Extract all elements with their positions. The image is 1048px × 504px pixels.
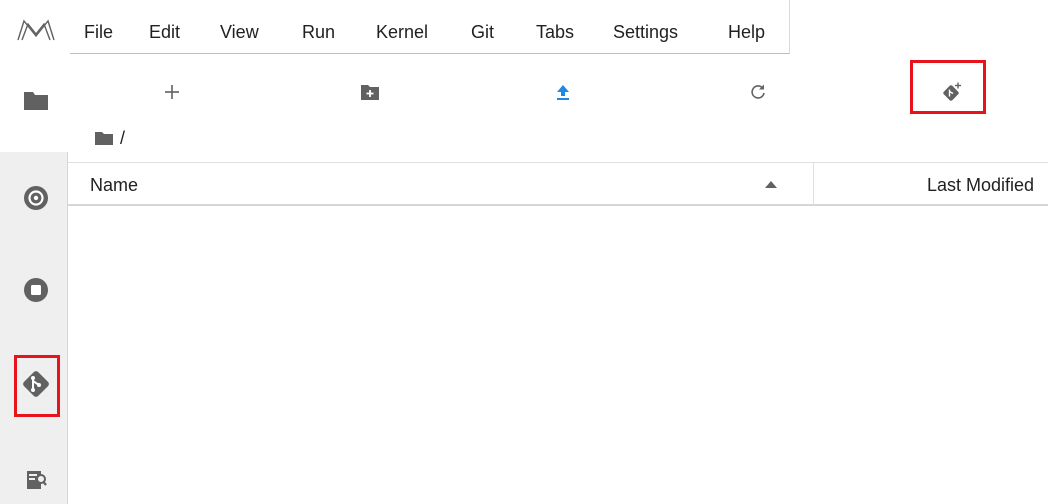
column-divider[interactable] <box>813 163 814 205</box>
refresh-button[interactable] <box>738 78 778 106</box>
new-launcher-button[interactable] <box>152 78 192 106</box>
plus-icon <box>165 85 179 99</box>
menu-view[interactable]: View <box>220 20 259 44</box>
file-browser-panel: / Name Last Modified <box>68 54 1048 504</box>
menu-git[interactable]: Git <box>471 20 494 44</box>
property-inspector-icon <box>27 471 47 489</box>
top-menu-bar: File Edit View Run Kernel Git Tabs Setti… <box>0 0 1048 54</box>
running-icon <box>24 186 48 210</box>
git-clone-highlight <box>910 60 986 114</box>
breadcrumb-root[interactable]: / <box>120 128 125 149</box>
main-menu: File Edit View Run Kernel Git Tabs Setti… <box>70 0 790 54</box>
git-tab-highlight <box>14 355 60 417</box>
file-browser-tab[interactable] <box>18 84 54 116</box>
jupyter-logo-icon <box>16 18 56 42</box>
property-inspector-tab[interactable] <box>18 464 54 496</box>
name-column-header[interactable]: Name <box>90 175 138 196</box>
menu-settings[interactable]: Settings <box>613 20 678 44</box>
folder-icon[interactable] <box>94 130 114 146</box>
menu-edit[interactable]: Edit <box>149 20 180 44</box>
menu-tabs[interactable]: Tabs <box>536 20 574 44</box>
upload-icon <box>557 85 569 100</box>
new-folder-button[interactable] <box>350 78 390 106</box>
menu-run[interactable]: Run <box>302 20 335 44</box>
running-terminals-tab[interactable] <box>18 182 54 214</box>
folder-icon <box>24 92 48 110</box>
running-sessions-tab[interactable] <box>18 274 54 306</box>
menu-kernel[interactable]: Kernel <box>376 20 428 44</box>
new-folder-icon <box>361 85 379 100</box>
menu-help[interactable]: Help <box>728 20 765 44</box>
file-list-header: Name Last Modified <box>68 162 1048 206</box>
sidebar-tabs-inactive <box>0 152 68 504</box>
menu-file[interactable]: File <box>84 20 113 44</box>
stop-circle-icon <box>24 278 48 302</box>
breadcrumb: / <box>94 126 125 150</box>
upload-button[interactable] <box>543 78 583 106</box>
last-modified-column-header[interactable]: Last Modified <box>927 175 1034 196</box>
sort-ascending-icon <box>765 181 777 188</box>
refresh-icon <box>751 84 765 99</box>
